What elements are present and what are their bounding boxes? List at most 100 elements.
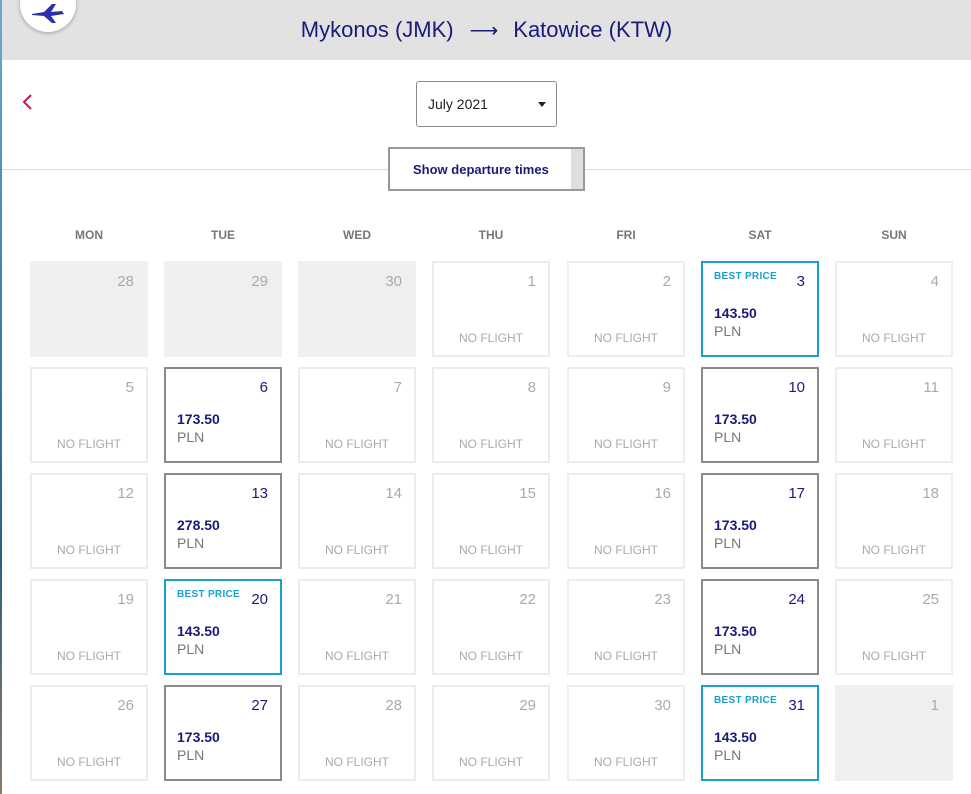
no-flight-label: NO FLIGHT (324, 755, 389, 769)
calendar-day-cell[interactable]: 3 BEST PRICE 143.50 PLN (701, 261, 819, 357)
no-flight-label: NO FLIGHT (861, 437, 926, 451)
day-number: 28 (385, 697, 402, 714)
no-flight-label: NO FLIGHT (593, 755, 658, 769)
calendar-day-cell: 22 NO FLIGHT (432, 579, 550, 675)
calendar-day-cell: 23 NO FLIGHT (567, 579, 685, 675)
origin-label: Mykonos (JMK) (300, 17, 454, 42)
calendar-day-cell: 21 NO FLIGHT (298, 579, 416, 675)
calendar-day-cell: 14 NO FLIGHT (298, 473, 416, 569)
day-number: 30 (654, 697, 671, 714)
day-number: 24 (788, 591, 805, 608)
calendar-day-cell[interactable]: 27 173.50 PLN (164, 685, 282, 781)
day-number: 8 (527, 379, 536, 396)
calendar-day-cell: 29 (164, 261, 282, 357)
calendar-day-cell: 29 NO FLIGHT (432, 685, 550, 781)
calendar-day-cell: 16 NO FLIGHT (567, 473, 685, 569)
calendar-day-cell[interactable]: 13 278.50 PLN (164, 473, 282, 569)
day-number: 5 (125, 379, 134, 396)
weekday-label-sun: SUN (881, 228, 907, 242)
fare-price: 143.50 (714, 305, 757, 321)
day-number: 30 (385, 273, 402, 290)
calendar-day-cell[interactable]: 17 173.50 PLN (701, 473, 819, 569)
fare-price: 173.50 (177, 411, 220, 427)
day-number: 29 (519, 697, 536, 714)
day-number: 11 (923, 379, 939, 396)
fare-currency: PLN (177, 429, 205, 445)
calendar-day-cell: 28 (30, 261, 148, 357)
day-number: 3 (796, 273, 805, 290)
chevron-left-icon[interactable] (20, 92, 40, 116)
fare-price: 143.50 (714, 729, 757, 745)
no-flight-label: NO FLIGHT (324, 437, 389, 451)
day-number: 13 (251, 485, 268, 502)
calendar-day-cell[interactable]: 31 BEST PRICE 143.50 PLN (701, 685, 819, 781)
calendar-day-cell: 28 NO FLIGHT (298, 685, 416, 781)
weekday-header-row: MON TUE WED THU FRI SAT SUN (2, 228, 971, 246)
day-number: 15 (519, 485, 536, 502)
day-number: 10 (788, 379, 805, 396)
day-number: 16 (654, 485, 671, 502)
flight-calendar-panel: Mykonos (JMK) ⟶ Katowice (KTW) July 2021… (2, 0, 971, 794)
calendar-day-cell: 18 NO FLIGHT (835, 473, 953, 569)
day-number: 25 (922, 591, 939, 608)
show-departure-times-button[interactable]: Show departure times (388, 147, 585, 191)
calendar-day-cell: 1 NO FLIGHT (432, 261, 550, 357)
no-flight-label: NO FLIGHT (593, 543, 658, 557)
no-flight-label: NO FLIGHT (861, 649, 926, 663)
day-number: 7 (393, 379, 402, 396)
day-number: 9 (662, 379, 671, 396)
calendar-day-cell: 7 NO FLIGHT (298, 367, 416, 463)
calendar-day-cell: 4 NO FLIGHT (835, 261, 953, 357)
month-select-value: July 2021 (428, 96, 488, 112)
day-number: 12 (117, 485, 134, 502)
no-flight-label: NO FLIGHT (458, 437, 523, 451)
no-flight-label: NO FLIGHT (56, 649, 121, 663)
button-scroll-strip (571, 149, 583, 189)
calendar-day-cell[interactable]: 24 173.50 PLN (701, 579, 819, 675)
day-number: 20 (251, 591, 268, 608)
day-number: 14 (385, 485, 402, 502)
fare-currency: PLN (714, 429, 742, 445)
day-number: 2 (662, 273, 671, 290)
route-header: Mykonos (JMK) ⟶ Katowice (KTW) (2, 0, 971, 60)
no-flight-label: NO FLIGHT (861, 543, 926, 557)
best-price-badge: BEST PRICE (714, 695, 778, 706)
destination-label: Katowice (KTW) (513, 17, 673, 42)
chevron-left-icon-graphic (22, 94, 32, 110)
calendar-day-cell[interactable]: 10 173.50 PLN (701, 367, 819, 463)
day-number: 31 (788, 697, 805, 714)
no-flight-label: NO FLIGHT (324, 649, 389, 663)
weekday-label-thu: THU (478, 228, 504, 242)
no-flight-label: NO FLIGHT (593, 437, 658, 451)
day-number: 28 (117, 273, 134, 290)
day-number: 17 (788, 485, 805, 502)
fare-currency: PLN (714, 747, 742, 763)
fare-price: 143.50 (177, 623, 220, 639)
best-price-badge: BEST PRICE (177, 589, 241, 600)
fare-currency: PLN (177, 641, 205, 657)
fare-currency: PLN (714, 535, 742, 551)
calendar-day-cell: 26 NO FLIGHT (30, 685, 148, 781)
fare-price: 173.50 (177, 729, 220, 745)
day-number: 1 (527, 273, 536, 290)
no-flight-label: NO FLIGHT (324, 543, 389, 557)
fare-price: 173.50 (714, 517, 757, 533)
show-departure-times-label: Show departure times (413, 161, 549, 177)
weekday-label-tue: TUE (211, 228, 235, 242)
fare-price: 173.50 (714, 623, 757, 639)
day-number: 18 (922, 485, 939, 502)
fare-price: 173.50 (714, 411, 757, 427)
day-number: 23 (654, 591, 671, 608)
month-select[interactable]: July 2021 (416, 81, 557, 127)
weekday-label-fri: FRI (616, 228, 636, 242)
route-arrow-icon: ⟶ (469, 19, 499, 42)
weekday-label-sat: SAT (748, 228, 772, 242)
weekday-label-mon: MON (75, 228, 103, 242)
no-flight-label: NO FLIGHT (458, 543, 523, 557)
day-number: 27 (251, 697, 268, 714)
fare-price: 278.50 (177, 517, 220, 533)
fare-currency: PLN (177, 747, 205, 763)
calendar-day-cell[interactable]: 20 BEST PRICE 143.50 PLN (164, 579, 282, 675)
calendar-day-cell: 9 NO FLIGHT (567, 367, 685, 463)
calendar-day-cell[interactable]: 6 173.50 PLN (164, 367, 282, 463)
